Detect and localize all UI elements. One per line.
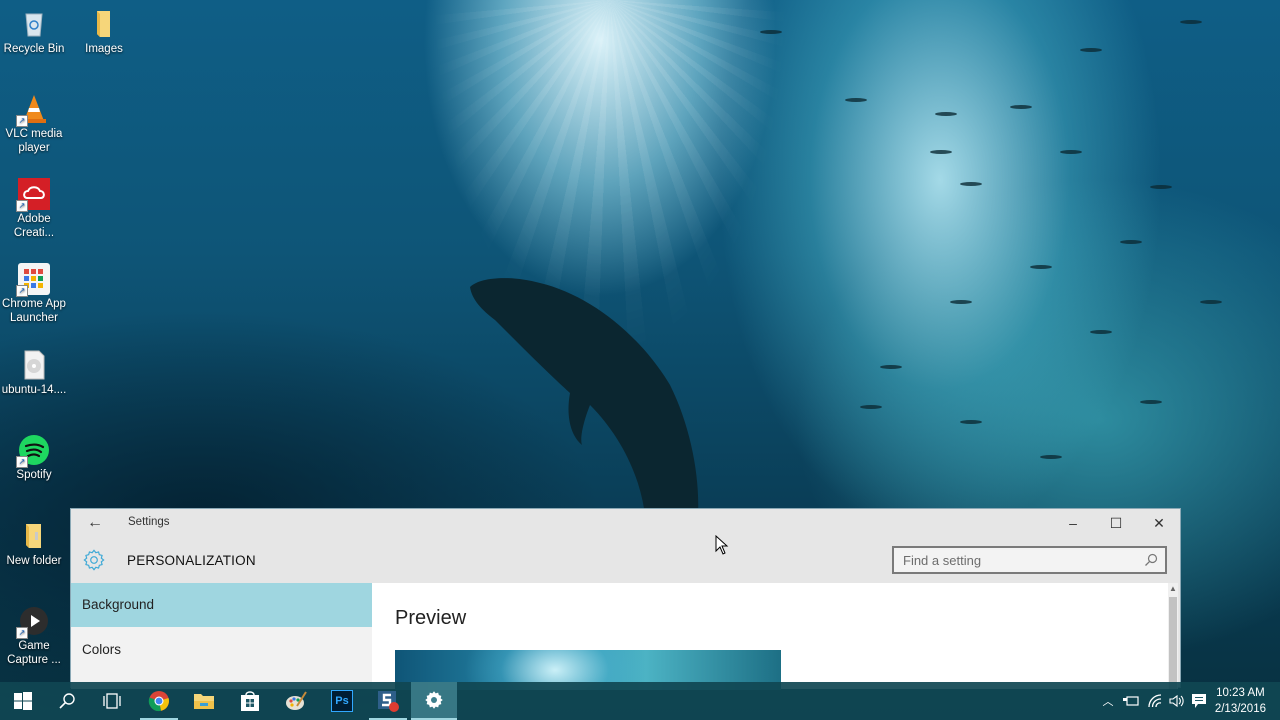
photoshop-icon-label: Ps (335, 695, 349, 707)
minimize-button[interactable]: – (1051, 509, 1095, 537)
settings-window: ← Settings – ☐ ✕ PERSONALIZATION Backgro… (70, 508, 1181, 690)
recycle-bin-icon (18, 8, 50, 40)
search-icon (59, 693, 75, 709)
start-button[interactable] (0, 682, 46, 720)
battery-plug-icon (1123, 696, 1139, 706)
search-box[interactable] (892, 546, 1167, 574)
game-capture-icon: ↗ (16, 605, 50, 639)
maximize-icon: ☐ (1109, 515, 1123, 531)
sidebar-item-colors[interactable]: Colors (71, 628, 372, 672)
desktop-icon-label: VLC media player (5, 128, 63, 154)
speaker-icon (1169, 694, 1184, 708)
volume-tray-button[interactable] (1166, 682, 1188, 720)
photoshop-icon: Ps (331, 690, 353, 712)
desktop-icon-spotify[interactable]: ↗ Spotify (0, 434, 70, 482)
clock-date: 2/13/2016 (1214, 703, 1266, 715)
clock-time: 10:23 AM (1216, 687, 1265, 699)
notification-icon (1192, 694, 1206, 708)
desktop-icon-ubuntu-iso[interactable]: ubuntu-14.... (0, 349, 70, 397)
mouse-cursor-icon (715, 535, 729, 555)
folder-icon (88, 8, 120, 40)
desktop-icon-label: Game Capture ... (7, 640, 61, 666)
disc-image-icon (18, 349, 50, 381)
file-explorer-icon (194, 694, 214, 709)
desktop-icon-new-folder[interactable]: New folder (0, 520, 70, 568)
adobe-creative-cloud-icon: ↗ (16, 178, 50, 212)
scroll-thumb[interactable] (1169, 597, 1177, 689)
desktop-icon-chrome-app-launcher[interactable]: ↗ Chrome App Launcher (0, 263, 70, 325)
minimize-icon: – (1069, 515, 1077, 531)
action-center-button[interactable] (1188, 682, 1210, 720)
back-arrow-icon: ← (87, 514, 103, 531)
network-tray-button[interactable] (1144, 682, 1166, 720)
chevron-up-icon: ︿ (1102, 696, 1114, 708)
taskbar-app-photoshop[interactable]: Ps (319, 682, 365, 720)
chrome-app-launcher-icon: ↗ (16, 263, 50, 297)
title-bar[interactable]: ← Settings – ☐ ✕ (71, 509, 1180, 537)
back-button[interactable]: ← (85, 513, 105, 533)
shortcut-arrow-icon: ↗ (16, 115, 28, 127)
vlc-icon: ↗ (16, 93, 50, 127)
settings-content: Preview (372, 583, 1168, 690)
scroll-up-arrow-icon[interactable]: ▲ (1168, 583, 1178, 595)
show-hidden-icons-button[interactable]: ︿ (1098, 682, 1118, 720)
folder-icon (18, 520, 50, 552)
gear-icon (425, 691, 443, 709)
search-icon[interactable] (1143, 552, 1159, 568)
shortcut-arrow-icon: ↗ (16, 200, 28, 212)
desktop-icon-label: ubuntu-14.... (1, 384, 67, 396)
store-icon (241, 691, 259, 711)
taskbar-search-button[interactable] (44, 682, 90, 720)
taskbar-app-store[interactable] (227, 682, 273, 720)
taskbar-app-file-explorer[interactable] (181, 682, 227, 720)
task-view-icon (103, 693, 121, 709)
desktop-icon-recycle-bin[interactable]: Recycle Bin (0, 8, 70, 56)
taskbar-app-chrome[interactable] (136, 682, 182, 720)
sidebar-item-label: Colors (82, 642, 122, 657)
taskbar-app-paint[interactable] (273, 682, 319, 720)
task-view-button[interactable] (89, 682, 135, 720)
desktop-icon-label: Spotify (16, 469, 52, 481)
desktop-icon-label: Recycle Bin (3, 43, 65, 55)
content-scrollbar[interactable]: ▲ (1168, 583, 1178, 689)
seal-silhouette (470, 278, 699, 515)
paint-icon (286, 691, 307, 710)
windows-logo-icon (14, 692, 32, 710)
desktop-icon-game-capture[interactable]: ↗ Game Capture ... (0, 605, 70, 667)
section-title: PERSONALIZATION (127, 553, 256, 568)
sidebar-item-background[interactable]: Background (71, 583, 372, 627)
taskbar-app-snagit[interactable] (365, 682, 411, 720)
power-tray-button[interactable] (1120, 682, 1142, 720)
sidebar-item-label: Background (82, 597, 155, 612)
desktop-icon-label: Adobe Creati... (13, 213, 55, 239)
desktop-icon-label: Images (85, 43, 123, 55)
snagit-icon (378, 691, 399, 712)
settings-sidebar: Background Colors (71, 583, 372, 689)
taskbar: Ps ︿ 10:23 AM 2/13/2016 (0, 682, 1280, 720)
wifi-icon (1148, 694, 1162, 708)
maximize-button[interactable]: ☐ (1094, 509, 1138, 537)
desktop-icon-label: New folder (6, 555, 62, 567)
gear-icon (83, 549, 105, 571)
desktop-icon-label: Chrome App Launcher (2, 298, 66, 324)
search-input[interactable] (894, 548, 1143, 572)
shortcut-arrow-icon: ↗ (16, 285, 28, 297)
shortcut-arrow-icon: ↗ (16, 456, 28, 468)
desktop-icon-vlc[interactable]: ↗ VLC media player (0, 93, 70, 155)
window-title: Settings (128, 516, 170, 528)
taskbar-app-settings[interactable] (411, 682, 457, 720)
preview-heading: Preview (395, 607, 467, 629)
shortcut-arrow-icon: ↗ (16, 627, 28, 639)
desktop-icon-adobe-creative-cloud[interactable]: ↗ Adobe Creati... (0, 178, 70, 240)
chrome-icon (148, 691, 169, 712)
taskbar-clock[interactable]: 10:23 AM 2/13/2016 (1215, 685, 1266, 717)
desktop-icon-images[interactable]: Images (68, 8, 140, 56)
close-button[interactable]: ✕ (1137, 509, 1181, 537)
spotify-icon: ↗ (16, 434, 50, 468)
close-icon: ✕ (1153, 515, 1165, 531)
